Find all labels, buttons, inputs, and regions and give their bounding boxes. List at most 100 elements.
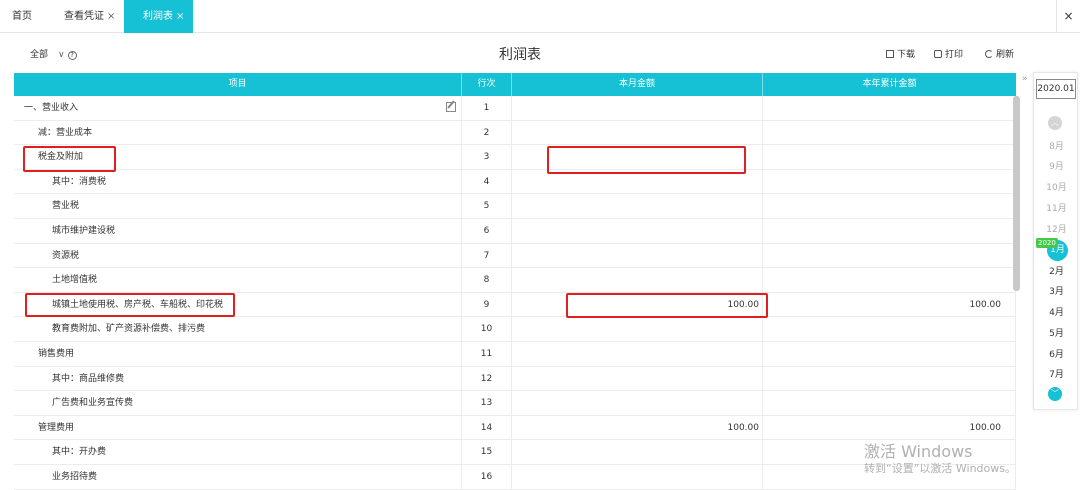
year-amount-cell — [763, 268, 1016, 293]
month-amount-cell[interactable] — [512, 96, 763, 121]
month-amount-cell[interactable] — [512, 317, 763, 342]
table-row: 城市维护建设税 6 — [14, 218, 1016, 244]
row-label: 销售费用 — [14, 341, 462, 367]
row-label: 教育费附加、矿产资源补偿费、排污费 — [14, 317, 462, 342]
month-amount-cell[interactable] — [512, 366, 763, 392]
refresh-icon — [985, 50, 993, 58]
table-row: 教育费附加、矿产资源补偿费、排污费 10 — [14, 317, 1016, 342]
month-amount-cell[interactable] — [512, 341, 763, 367]
row-index: 4 — [462, 169, 512, 195]
month-item[interactable]: 8月 — [1034, 139, 1079, 152]
month-amount-cell[interactable]: 100.00 — [512, 415, 763, 441]
month-amount-cell[interactable] — [512, 120, 763, 146]
row-label: 管理费用 — [14, 415, 462, 441]
month-item[interactable]: 10月 — [1034, 180, 1079, 193]
table-row: 一、营业收入 1 — [14, 96, 1016, 121]
row-label: 其中：商品维修费 — [14, 366, 462, 392]
edit-icon[interactable] — [446, 102, 456, 112]
activation-watermark-title: 激活 Windows — [864, 442, 973, 461]
row-index: 3 — [462, 145, 512, 170]
month-item[interactable]: 6月 — [1034, 347, 1079, 360]
year-amount-cell — [763, 169, 1016, 195]
selected-period-field[interactable]: 2020.01 — [1036, 79, 1076, 99]
month-amount-cell[interactable] — [512, 464, 763, 490]
row-index: 11 — [462, 341, 512, 367]
month-amount-cell[interactable] — [512, 218, 763, 244]
scroll-down-icon[interactable]: ﹀ — [1048, 387, 1062, 401]
print-button[interactable]: 打印 — [934, 47, 963, 60]
table-row: 税金及附加 3 — [14, 145, 1016, 170]
row-label: 其中：消费税 — [14, 169, 462, 195]
tab-income-statement-label: 利润表 — [143, 11, 173, 22]
refresh-label: 刷新 — [996, 50, 1015, 60]
row-label: 其中：开办费 — [14, 440, 462, 465]
row-index: 15 — [462, 440, 512, 465]
month-amount-cell[interactable] — [512, 243, 763, 269]
year-amount-cell — [763, 120, 1016, 146]
refresh-button[interactable]: 刷新 — [985, 47, 1014, 60]
row-index: 16 — [462, 464, 512, 490]
row-index: 2 — [462, 120, 512, 146]
tab-view-voucher[interactable]: 查看凭证 × — [64, 0, 115, 33]
month-item[interactable]: 11月 — [1034, 201, 1079, 214]
highlight-box-misc-taxes-label — [25, 293, 235, 317]
close-all-tabs-icon[interactable]: × — [1056, 0, 1080, 33]
row-index: 12 — [462, 366, 512, 392]
month-amount-cell[interactable] — [512, 391, 763, 416]
month-amount-cell[interactable] — [512, 440, 763, 465]
table-row: 营业税 5 — [14, 194, 1016, 219]
month-item[interactable]: 4月 — [1034, 305, 1079, 318]
month-amount-cell[interactable] — [512, 268, 763, 293]
table-row: 减：营业成本 2 — [14, 120, 1016, 146]
page-title: 利润表 — [499, 47, 541, 63]
row-label: 营业税 — [14, 194, 462, 219]
month-item[interactable]: 12月 — [1034, 222, 1079, 235]
row-index: 1 — [462, 96, 512, 121]
year-amount-cell — [763, 341, 1016, 367]
month-item[interactable]: 7月 — [1034, 367, 1079, 380]
year-amount-cell — [763, 194, 1016, 219]
row-label: 资源税 — [14, 243, 462, 269]
close-icon[interactable]: × — [176, 11, 184, 22]
vertical-scrollbar[interactable] — [1013, 96, 1020, 291]
year-amount-cell — [763, 96, 1016, 121]
year-amount-cell — [763, 317, 1016, 342]
row-index: 5 — [462, 194, 512, 219]
table-row: 土地增值税 8 — [14, 268, 1016, 293]
row-label: 减：营业成本 — [14, 120, 462, 146]
row-index: 8 — [462, 268, 512, 293]
row-label: 业务招待费 — [14, 464, 462, 490]
income-statement-table: 项目 行次 本月金额 本年累计金额 一、营业收入 1 减：营业成本 2 税金及附… — [14, 73, 1016, 490]
activation-watermark-subtitle: 转到“设置”以激活 Windows。 — [864, 462, 1016, 475]
tab-income-statement[interactable]: 利润表 × — [124, 0, 193, 33]
year-badge: 2020 — [1036, 238, 1058, 248]
close-icon[interactable]: × — [107, 11, 115, 22]
tab-view-voucher-label: 查看凭证 — [64, 11, 104, 22]
year-amount-cell — [763, 145, 1016, 170]
expand-panel-icon[interactable]: » — [1022, 74, 1028, 84]
table-row: 其中：商品维修费 12 — [14, 366, 1016, 392]
month-item[interactable]: 5月 — [1034, 326, 1079, 339]
year-amount-cell — [763, 243, 1016, 269]
year-amount-cell — [763, 366, 1016, 392]
tab-home[interactable]: 首页 — [12, 0, 32, 33]
row-index: 10 — [462, 317, 512, 342]
download-button[interactable]: 下载 — [886, 47, 915, 60]
row-label: 一、营业收入 — [14, 96, 462, 121]
toolbar: 全部 ∨? 利润表 下载 打印 刷新 — [0, 34, 1080, 72]
highlight-box-misc-taxes-amount — [566, 293, 768, 318]
print-label: 打印 — [945, 50, 964, 60]
year-amount-cell — [763, 391, 1016, 416]
year-amount-cell — [763, 218, 1016, 244]
row-label: 城市维护建设税 — [14, 218, 462, 244]
scroll-up-icon[interactable]: ︿ — [1048, 116, 1062, 130]
column-header-month: 本月金额 — [512, 73, 763, 96]
month-item[interactable]: 2月 — [1034, 264, 1079, 277]
month-item[interactable]: 9月 — [1034, 159, 1079, 172]
year-amount-cell: 100.00 — [763, 292, 1016, 318]
column-header-year: 本年累计金额 — [862, 79, 917, 89]
printer-icon — [934, 50, 942, 58]
month-item[interactable]: 3月 — [1034, 284, 1079, 297]
period-picker: 2020.01 ︿ 8月 9月 10月 11月 12月 1月 2020 2月 3… — [1033, 72, 1078, 410]
month-amount-cell[interactable] — [512, 194, 763, 219]
